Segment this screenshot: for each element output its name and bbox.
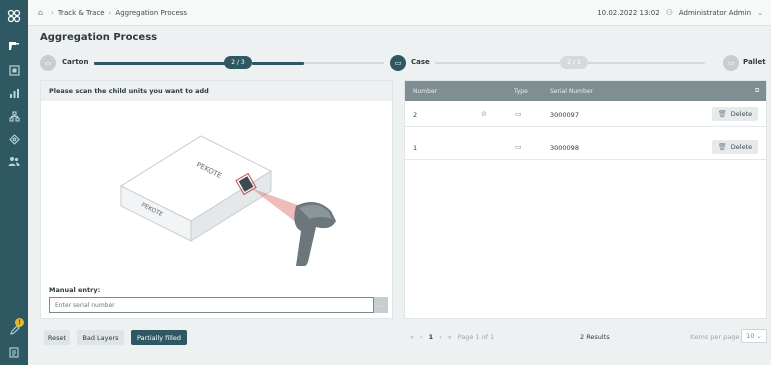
breadcrumb-separator: ›	[51, 8, 54, 17]
table-row: 2 ⊘ ▭ 3000097 🗑 Delete	[405, 101, 766, 127]
row-number: 1	[413, 144, 418, 152]
chevron-down-icon: ⌄	[756, 332, 762, 340]
current-page[interactable]: 1	[429, 333, 434, 341]
delete-label: Delete	[730, 110, 753, 118]
manual-entry-submit-button[interactable]: ...	[374, 297, 388, 313]
user-icon: ⚇	[665, 8, 673, 17]
row-serial-number: 3000098	[550, 144, 579, 152]
scan-panel-header: Please scan the child units you want to …	[41, 81, 392, 101]
top-bar: ⌂ › Track & Trace › Aggregation Process …	[28, 0, 771, 26]
partially-filled-button[interactable]: Partially filled	[131, 330, 187, 345]
breadcrumb-item[interactable]: Track & Trace	[58, 9, 105, 17]
breadcrumb-item-current: Aggregation Process	[115, 8, 188, 17]
page-info: Page 1 of 1	[457, 333, 495, 341]
chevron-down-icon[interactable]: ⌄	[757, 9, 763, 17]
step-case-icon: ▭	[390, 55, 406, 71]
units-table: Number Type Serial Number ⧉ 2 ⊘ ▭ 300009…	[404, 80, 767, 319]
column-settings-icon[interactable]: ⧉	[755, 87, 759, 95]
chart-nav-icon[interactable]	[6, 85, 22, 101]
scan-instruction: Please scan the child units you want to …	[49, 87, 209, 95]
app-logo-icon[interactable]	[6, 8, 22, 24]
status-check-icon: ⊘	[481, 110, 487, 118]
unit-type-icon: ▭	[515, 110, 522, 118]
first-page-icon[interactable]: «	[410, 333, 414, 341]
bad-layers-button[interactable]: Bad Layers	[77, 330, 124, 345]
app-root: ! ⌂ › Track & Trace › Aggregation Proces…	[0, 0, 771, 365]
box-nav-icon[interactable]	[6, 62, 22, 78]
step-carton-progress-bar-end	[252, 62, 304, 65]
step-carton-progress: 2 / 3	[224, 56, 252, 69]
network-nav-icon[interactable]	[6, 131, 22, 147]
manual-entry-label: Manual entry:	[49, 286, 101, 294]
breadcrumb: ⌂ › Track & Trace › Aggregation Process	[38, 8, 187, 17]
row-serial-number: 3000097	[550, 111, 579, 119]
results-count: 2 Results	[580, 333, 610, 341]
trash-icon: 🗑	[717, 143, 727, 151]
table-row: 1 ▭ 3000098 🗑 Delete	[405, 134, 766, 160]
home-icon[interactable]: ⌂	[38, 8, 47, 17]
user-menu[interactable]: Administrator Admin	[679, 9, 751, 17]
step-case-label: Case	[411, 58, 430, 66]
notification-badge: !	[15, 318, 24, 327]
table-header: Number Type Serial Number ⧉	[405, 81, 766, 101]
step-carton-icon: ▭	[40, 55, 56, 71]
users-nav-icon[interactable]	[6, 153, 22, 169]
serial-number-input[interactable]	[49, 297, 374, 313]
reset-button[interactable]: Reset	[44, 330, 70, 345]
step-pallet-label: Pallet	[743, 58, 766, 66]
delete-button[interactable]: 🗑 Delete	[712, 107, 758, 121]
items-per-page-value: 10	[746, 332, 755, 340]
document-nav-icon[interactable]	[6, 344, 22, 360]
delete-button[interactable]: 🗑 Delete	[712, 140, 758, 154]
column-header-number[interactable]: Number	[413, 88, 437, 95]
prev-page-icon[interactable]: ‹	[420, 333, 423, 341]
step-pallet-icon: ▭	[723, 55, 739, 71]
hierarchy-nav-icon[interactable]	[6, 108, 22, 124]
header-right: 10.02.2022 13:02 ⚇ Administrator Admin ⌄	[597, 8, 763, 17]
sidebar: !	[0, 0, 28, 365]
last-page-icon[interactable]: »	[448, 333, 452, 341]
pagination: « ‹ 1 › » Page 1 of 1	[410, 333, 494, 341]
breadcrumb-separator: ›	[108, 8, 112, 17]
items-per-page-select[interactable]: 10 ⌄	[741, 329, 767, 343]
row-number: 2	[413, 111, 418, 119]
unit-type-icon: ▭	[515, 143, 522, 151]
trash-icon: 🗑	[717, 110, 727, 118]
items-per-page-label: Items per page	[690, 333, 740, 341]
page-title: Aggregation Process	[40, 32, 158, 43]
column-header-type[interactable]: Type	[514, 88, 528, 95]
scan-panel: Please scan the child units you want to …	[40, 80, 393, 319]
scan-illustration: PEKOTE PEKOTE	[119, 135, 336, 266]
step-carton-label: Carton	[62, 58, 89, 66]
datetime: 10.02.2022 13:02	[597, 8, 660, 17]
step-case-progress: 2 / 3	[560, 56, 588, 69]
scanner-nav-icon[interactable]	[6, 38, 22, 54]
column-header-serial[interactable]: Serial Number	[550, 88, 593, 95]
delete-label: Delete	[730, 143, 753, 151]
process-stepper: ▭ Carton 2 / 3 ▭ Case 2 / 3 ▭ Pallet	[40, 53, 766, 73]
next-page-icon[interactable]: ›	[439, 333, 442, 341]
